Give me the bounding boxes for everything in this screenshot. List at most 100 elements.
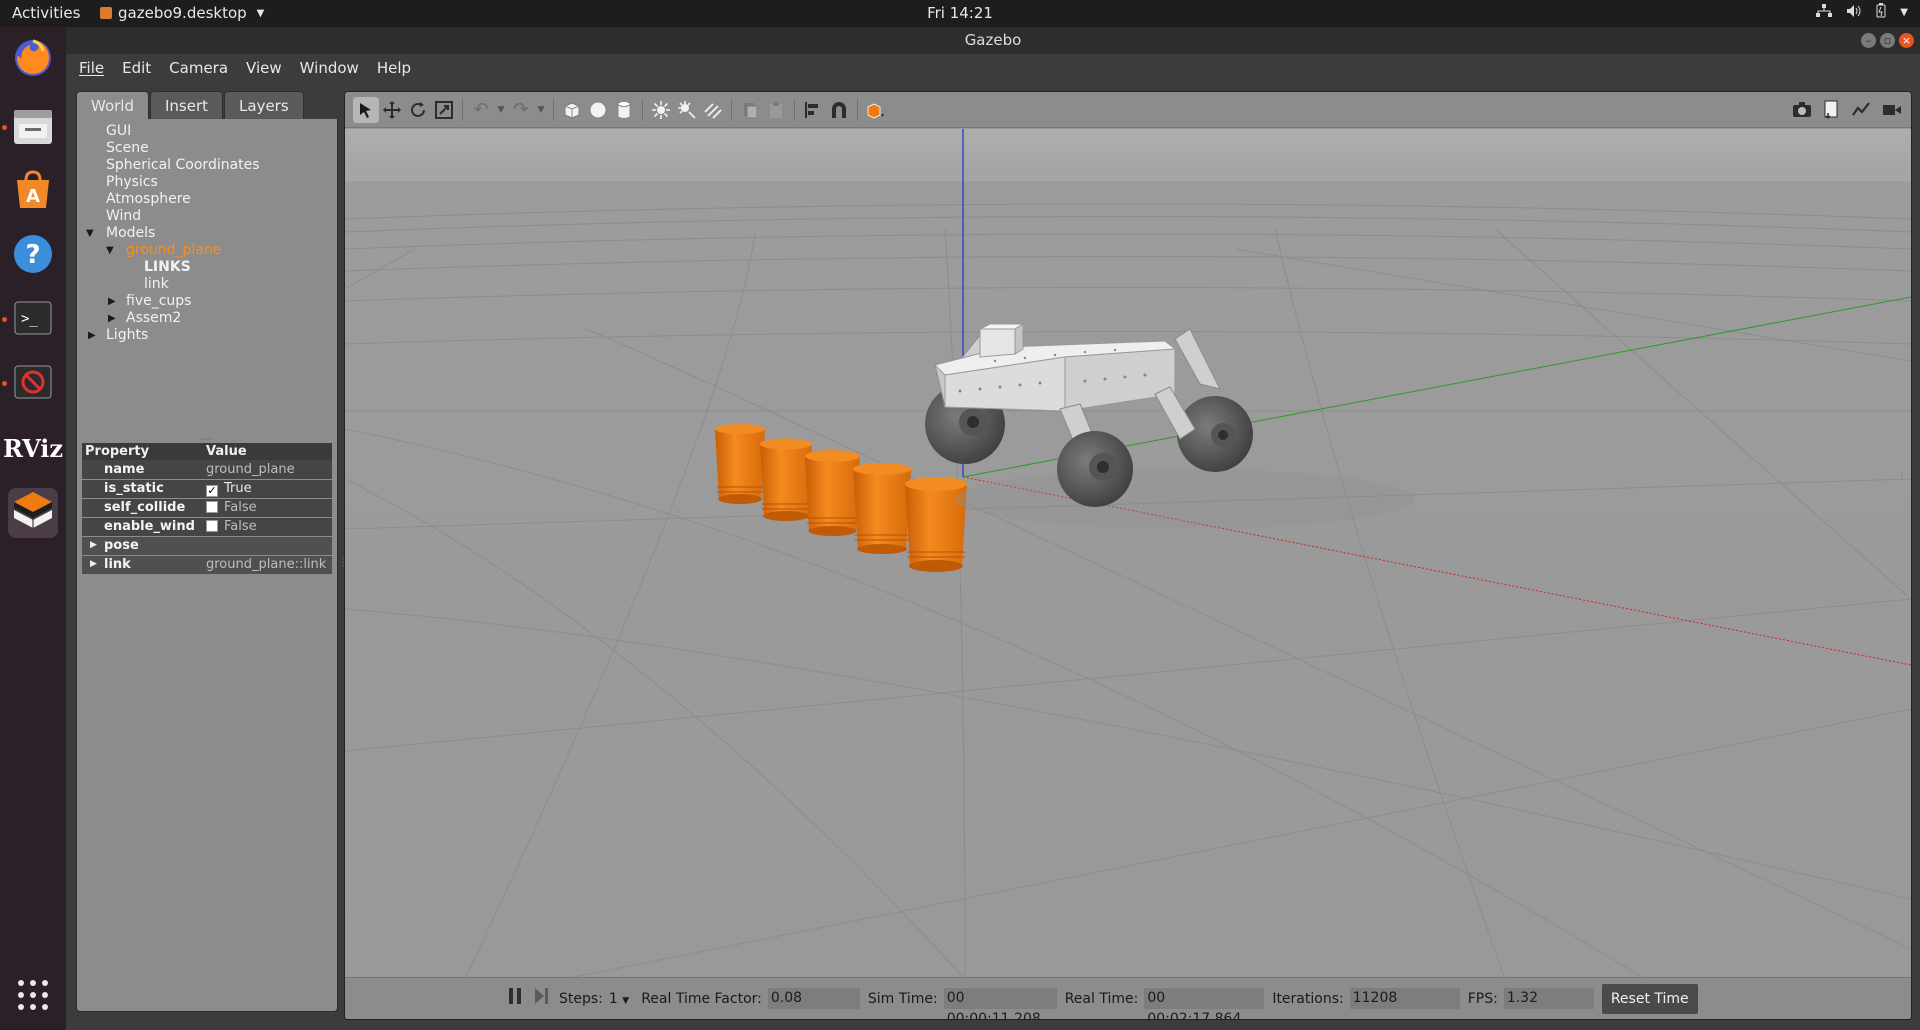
- property-value: False: [203, 498, 332, 518]
- pause-icon[interactable]: [507, 987, 523, 1010]
- table-row: enable_wind False: [82, 517, 332, 537]
- dock-files[interactable]: [8, 103, 58, 153]
- tree-item-atmosphere[interactable]: Atmosphere: [77, 191, 337, 208]
- menu-edit[interactable]: Edit: [122, 59, 151, 77]
- video-record-icon[interactable]: [1879, 97, 1905, 123]
- toolbar-separator: [794, 98, 795, 121]
- snap-magnet-icon[interactable]: [826, 97, 852, 123]
- toolbar-separator: [462, 98, 463, 121]
- cup: [905, 477, 967, 572]
- dock-firefox[interactable]: [8, 33, 58, 83]
- tree-item-physics[interactable]: Physics: [77, 174, 337, 191]
- tree-item-ground-plane[interactable]: ▼ ground_plane: [77, 242, 337, 259]
- self-collide-checkbox[interactable]: [206, 501, 218, 513]
- network-icon[interactable]: [1816, 3, 1833, 22]
- minimize-icon[interactable]: –: [1861, 33, 1876, 48]
- 3d-viewport[interactable]: ⋮: [345, 129, 1911, 979]
- battery-icon[interactable]: [1876, 3, 1886, 22]
- property-key[interactable]: ▶ pose: [82, 536, 203, 556]
- copy-icon[interactable]: [737, 97, 763, 123]
- tree-item-wind[interactable]: Wind: [77, 208, 337, 225]
- enable-wind-checkbox[interactable]: [206, 520, 218, 532]
- collapsed-arrow-icon[interactable]: ▶: [90, 540, 97, 550]
- spot-light-icon[interactable]: [674, 97, 700, 123]
- table-row[interactable]: ▶ link ground_plane::link: [82, 555, 332, 575]
- running-indicator: [2, 125, 7, 130]
- log-data-icon[interactable]: [1819, 97, 1845, 123]
- system-tray[interactable]: ▼: [1816, 3, 1908, 22]
- collapsed-arrow-icon[interactable]: ▶: [88, 327, 96, 344]
- rotate-mode-icon[interactable]: [405, 97, 431, 123]
- cup: [853, 463, 911, 554]
- align-icon[interactable]: [800, 97, 826, 123]
- redo-icon[interactable]: ↷: [508, 97, 534, 123]
- directional-light-icon[interactable]: [700, 97, 726, 123]
- screenshot-camera-icon[interactable]: [1789, 97, 1815, 123]
- menu-camera[interactable]: Camera: [169, 59, 228, 77]
- undo-history-chevron-icon[interactable]: ▼: [494, 97, 508, 123]
- menu-help[interactable]: Help: [377, 59, 411, 77]
- expanded-arrow-icon[interactable]: ▼: [86, 225, 94, 242]
- system-menu-chevron-icon[interactable]: ▼: [1900, 7, 1908, 18]
- dock-help[interactable]: ?: [8, 231, 58, 281]
- tree-item-scene[interactable]: Scene: [77, 140, 337, 157]
- panel-resize-handle[interactable]: ⋮: [338, 557, 348, 577]
- window-titlebar[interactable]: Gazebo – ▫ ×: [66, 27, 1920, 54]
- expanded-arrow-icon[interactable]: ▼: [106, 242, 114, 259]
- menu-view[interactable]: View: [246, 59, 282, 77]
- dock-terminal[interactable]: >_: [8, 295, 58, 345]
- tree-item-assem2[interactable]: ▶ Assem2: [77, 310, 337, 327]
- table-row[interactable]: ▶ pose: [82, 536, 332, 556]
- scale-mode-icon[interactable]: [431, 97, 457, 123]
- tree-item-models[interactable]: ▼ Models: [77, 225, 337, 242]
- plot-icon[interactable]: [1849, 97, 1875, 123]
- property-value[interactable]: ground_plane: [203, 460, 332, 480]
- is-static-checkbox[interactable]: ✓: [206, 484, 218, 497]
- redo-history-chevron-icon[interactable]: ▼: [534, 97, 548, 123]
- tree-item-link[interactable]: link: [77, 276, 337, 293]
- view-angle-icon[interactable]: [863, 97, 889, 123]
- activities-button[interactable]: Activities: [12, 4, 80, 22]
- close-icon[interactable]: ×: [1899, 33, 1914, 48]
- dock-show-applications[interactable]: [8, 972, 58, 1022]
- left-panel: World Insert Layers GUI Scene Spherical …: [76, 91, 338, 1020]
- menu-window[interactable]: Window: [300, 59, 359, 77]
- app-menu[interactable]: gazebo9.desktop ▼: [100, 4, 264, 22]
- dock-app-blocked[interactable]: [8, 359, 58, 409]
- point-light-icon[interactable]: [648, 97, 674, 123]
- collapsed-arrow-icon[interactable]: ▶: [108, 310, 116, 327]
- reset-time-button[interactable]: Reset Time: [1601, 983, 1698, 1014]
- window-title: Gazebo: [964, 31, 1022, 49]
- translate-mode-icon[interactable]: [379, 97, 405, 123]
- paste-icon[interactable]: [763, 97, 789, 123]
- steps-spinbox[interactable]: 1 ▼: [609, 991, 629, 1007]
- maximize-icon[interactable]: ▫: [1880, 33, 1895, 48]
- tree-item-lights[interactable]: ▶ Lights: [77, 327, 337, 344]
- property-key[interactable]: ▶ link: [82, 555, 203, 575]
- tab-insert[interactable]: Insert: [150, 91, 224, 119]
- sphere-shape-icon[interactable]: [585, 97, 611, 123]
- menu-file[interactable]: File: [79, 59, 104, 77]
- checkbox-label: True: [224, 480, 252, 496]
- tree-item-spherical-coordinates[interactable]: Spherical Coordinates: [77, 157, 337, 174]
- collapsed-arrow-icon[interactable]: ▶: [90, 559, 97, 569]
- tab-world[interactable]: World: [76, 91, 149, 119]
- tree-item-five-cups[interactable]: ▶ five_cups: [77, 293, 337, 310]
- undo-icon[interactable]: ↶: [468, 97, 494, 123]
- tree-item-gui[interactable]: GUI: [77, 123, 337, 140]
- volume-icon[interactable]: [1846, 4, 1862, 22]
- box-shape-icon[interactable]: [559, 97, 585, 123]
- dock-rviz[interactable]: RViz: [3, 423, 63, 473]
- collapsed-arrow-icon[interactable]: ▶: [108, 293, 116, 310]
- select-mode-icon[interactable]: [353, 96, 379, 123]
- property-column-header: Property: [82, 443, 203, 460]
- property-value: False: [203, 517, 332, 537]
- step-forward-icon[interactable]: [533, 987, 549, 1010]
- cylinder-shape-icon[interactable]: [611, 97, 637, 123]
- toolbar-separator: [857, 98, 858, 121]
- table-row: name ground_plane: [82, 460, 332, 480]
- dock-gazebo[interactable]: [8, 488, 58, 538]
- tab-layers[interactable]: Layers: [224, 91, 304, 119]
- dock-software[interactable]: A: [8, 167, 58, 217]
- clock[interactable]: Fri 14:21: [927, 4, 993, 22]
